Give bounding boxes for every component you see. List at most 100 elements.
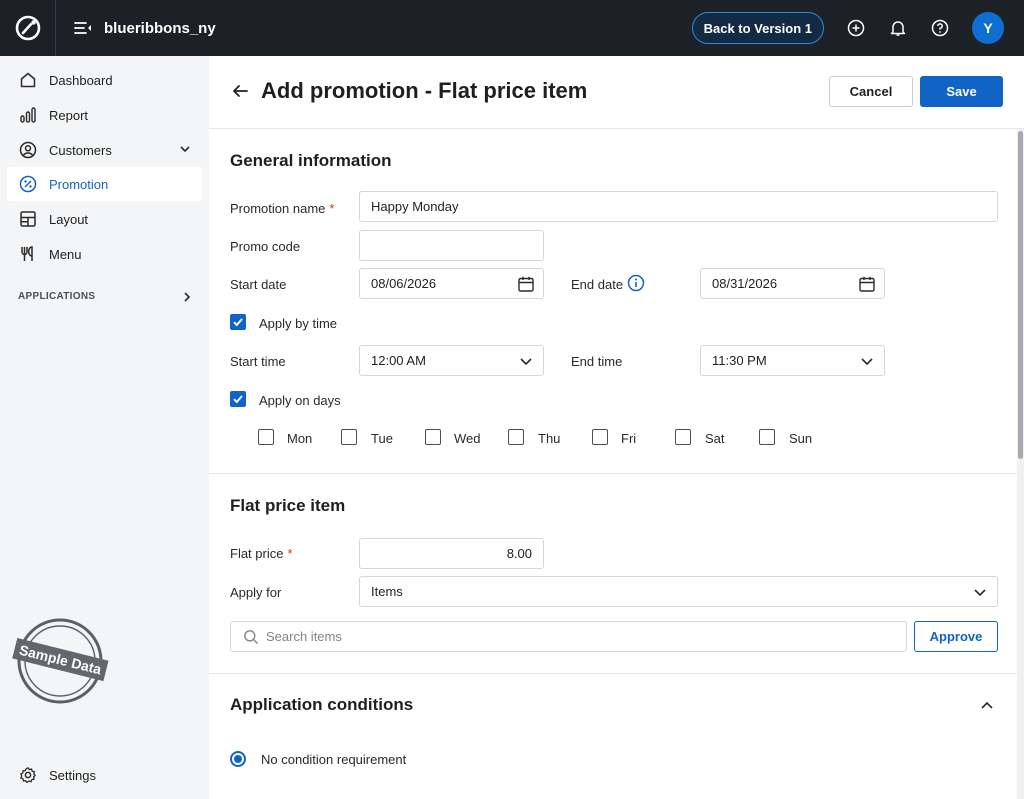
no-condition-radio[interactable] <box>230 751 246 767</box>
start-date-field[interactable]: 08/06/2026 <box>359 268 544 299</box>
promotion-name-label: Promotion name * <box>230 201 335 216</box>
bell-icon[interactable] <box>888 18 908 38</box>
checkmark-icon <box>233 395 243 404</box>
apply-by-time-label: Apply by time <box>259 316 338 331</box>
day-checkbox-fri[interactable] <box>592 429 608 445</box>
start-time-value: 12:00 AM <box>371 353 426 368</box>
start-time-label: Start time <box>230 354 286 369</box>
day-checkbox-wed[interactable] <box>425 429 441 445</box>
calendar-icon[interactable] <box>517 275 535 293</box>
promotion-name-field[interactable]: Happy Monday <box>359 191 998 222</box>
day-label: Mon <box>287 431 313 446</box>
menu-collapse-icon <box>74 22 91 34</box>
apply-on-days-checkbox[interactable] <box>230 391 246 407</box>
chevron-right-icon[interactable] <box>180 290 194 304</box>
approve-button[interactable]: Approve <box>914 621 998 652</box>
user-circle-icon <box>18 140 38 160</box>
page-title: Add promotion - Flat price item <box>261 78 588 103</box>
sidebar: Dashboard Report Customers Promotion Lay… <box>0 56 209 799</box>
sidebar-item-report[interactable]: Report <box>7 98 202 132</box>
apply-for-label: Apply for <box>230 585 282 600</box>
main-content: Add promotion - Flat price item Cancel S… <box>209 56 1024 799</box>
search-items-input[interactable]: Search items <box>230 621 907 652</box>
sidebar-item-label: Menu <box>49 246 82 262</box>
day-label: Fri <box>621 431 637 446</box>
scrollbar[interactable] <box>1017 129 1024 799</box>
day-checkbox-thu[interactable] <box>508 429 524 445</box>
top-bar: blueribbons_ny Back to Version 1 Y <box>0 0 1024 56</box>
end-time-value: 11:30 PM <box>712 353 767 368</box>
home-icon <box>18 70 38 90</box>
sidebar-item-label: Layout <box>49 211 89 227</box>
bar-chart-icon <box>18 105 38 125</box>
search-icon <box>244 630 258 644</box>
sidebar-item-label: Report <box>49 107 89 123</box>
logo-icon <box>15 15 40 41</box>
day-label: Thu <box>538 431 561 446</box>
day-label: Sun <box>789 431 813 446</box>
section-title-general: General information <box>230 151 392 170</box>
required-marker: * <box>329 201 335 216</box>
apply-on-days-label: Apply on days <box>259 393 341 408</box>
avatar[interactable]: Y <box>972 12 1004 44</box>
day-checkbox-sat[interactable] <box>675 429 691 445</box>
section-divider <box>209 473 1017 474</box>
day-label: Wed <box>454 431 481 446</box>
applications-label[interactable]: APPLICATIONS <box>18 291 95 302</box>
sample-data-stamp: Sample Data <box>12 618 109 704</box>
sidebar-item-customers[interactable]: Customers <box>7 133 202 167</box>
menu-toggle-button[interactable] <box>74 21 92 35</box>
back-to-version-button[interactable]: Back to Version 1 <box>691 12 824 44</box>
search-placeholder: Search items <box>266 629 342 644</box>
sidebar-item-label: Dashboard <box>49 72 113 88</box>
store-name[interactable]: blueribbons_ny <box>104 20 216 37</box>
page-header: Add promotion - Flat price item Cancel S… <box>209 56 1024 129</box>
apply-for-select[interactable]: Items <box>359 576 998 607</box>
sidebar-item-promotion[interactable]: Promotion <box>7 167 202 201</box>
apply-by-time-checkbox[interactable] <box>230 314 246 330</box>
flat-price-field[interactable]: 8.00 <box>359 538 544 569</box>
end-time-select[interactable]: 11:30 PM <box>700 345 885 376</box>
apply-for-value: Items <box>371 584 403 599</box>
radio-dot <box>234 755 242 763</box>
sidebar-item-menu[interactable]: Menu <box>7 237 202 271</box>
chevron-down-icon <box>861 358 873 366</box>
section-title-conditions: Application conditions <box>230 695 414 714</box>
help-icon[interactable] <box>930 18 950 38</box>
no-condition-label: No condition requirement <box>261 752 407 767</box>
cancel-button[interactable]: Cancel <box>829 76 913 107</box>
day-checkbox-mon[interactable] <box>258 429 274 445</box>
checkmark-icon <box>233 318 243 327</box>
start-time-select[interactable]: 12:00 AM <box>359 345 544 376</box>
app-logo[interactable] <box>0 0 56 56</box>
start-date-value: 08/06/2026 <box>371 276 437 291</box>
end-date-label: End date <box>571 277 624 292</box>
required-marker: * <box>287 546 293 561</box>
percent-icon <box>18 174 38 194</box>
chevron-down-icon <box>180 146 190 153</box>
info-icon[interactable] <box>627 274 645 292</box>
sidebar-item-dashboard[interactable]: Dashboard <box>7 63 202 97</box>
end-date-value: 08/31/2026 <box>712 276 778 291</box>
day-checkbox-tue[interactable] <box>341 429 357 445</box>
layout-icon <box>18 209 38 229</box>
chevron-up-icon[interactable] <box>978 697 996 715</box>
chevron-down-icon <box>520 358 532 366</box>
save-button[interactable]: Save <box>920 76 1003 107</box>
scrollbar-thumb[interactable] <box>1018 131 1023 459</box>
day-label: Tue <box>371 431 393 446</box>
promo-code-label: Promo code <box>230 239 301 254</box>
back-arrow-icon[interactable] <box>231 82 249 100</box>
add-circle-icon[interactable] <box>846 18 866 38</box>
end-date-field[interactable]: 08/31/2026 <box>700 268 885 299</box>
day-checkbox-sun[interactable] <box>759 429 775 445</box>
sidebar-item-layout[interactable]: Layout <box>7 202 202 236</box>
promo-code-field[interactable] <box>359 230 544 261</box>
sidebar-item-label: Promotion <box>49 176 109 192</box>
sidebar-item-settings[interactable]: Settings <box>7 758 202 792</box>
day-label: Sat <box>705 431 725 446</box>
calendar-icon[interactable] <box>858 275 876 293</box>
sidebar-item-label: Settings <box>49 767 96 783</box>
svg-text:Sample Data: Sample Data <box>18 642 104 678</box>
end-time-label: End time <box>571 354 623 369</box>
